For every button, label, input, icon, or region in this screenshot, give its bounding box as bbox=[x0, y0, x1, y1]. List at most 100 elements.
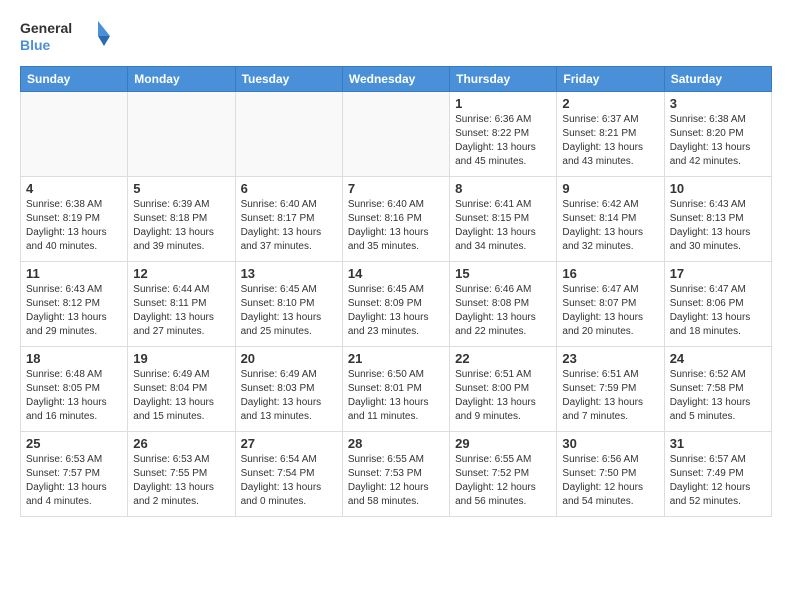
day-number: 2 bbox=[562, 96, 658, 111]
day-number: 18 bbox=[26, 351, 122, 366]
week-row-4: 18 Sunrise: 6:48 AM Sunset: 8:05 PM Dayli… bbox=[21, 347, 772, 432]
week-row-1: 1 Sunrise: 6:36 AM Sunset: 8:22 PM Daylig… bbox=[21, 92, 772, 177]
day-number: 21 bbox=[348, 351, 444, 366]
day-number: 7 bbox=[348, 181, 444, 196]
calendar-cell: 21Sunrise: 6:50 AM Sunset: 8:01 PM Dayli… bbox=[342, 347, 449, 432]
day-number: 20 bbox=[241, 351, 337, 366]
weekday-header-tuesday: Tuesday bbox=[235, 67, 342, 92]
cell-content: Sunrise: 6:37 AM Sunset: 8:21 PM Dayligh… bbox=[562, 113, 658, 169]
calendar-cell: 29 Sunrise: 6:55 AM Sunset: 7:52 PM Dayli… bbox=[450, 432, 557, 517]
calendar-cell bbox=[128, 92, 235, 177]
cell-content: Sunrise: 6:53 AM Sunset: 7:57 PM Dayligh… bbox=[26, 453, 122, 509]
calendar-cell: 2 Sunrise: 6:37 AM Sunset: 8:21 PM Daylig… bbox=[557, 92, 664, 177]
cell-content: Sunrise: 6:49 AM Sunset: 8:03 PM Dayligh… bbox=[241, 368, 337, 424]
day-number: 6 bbox=[241, 181, 337, 196]
day-number: 4 bbox=[26, 181, 122, 196]
day-number: 27 bbox=[241, 436, 337, 451]
calendar-cell: 24 Sunrise: 6:52 AM Sunset: 7:58 PM Dayli… bbox=[664, 347, 771, 432]
day-number: 26 bbox=[133, 436, 229, 451]
day-number: 10 bbox=[670, 181, 766, 196]
weekday-header-row: SundayMondayTuesdayWednesdayThursdayFrid… bbox=[21, 67, 772, 92]
calendar-table: SundayMondayTuesdayWednesdayThursdayFrid… bbox=[20, 66, 772, 517]
day-number: 14 bbox=[348, 266, 444, 281]
svg-text:Blue: Blue bbox=[20, 37, 51, 53]
calendar-cell: 30 Sunrise: 6:56 AM Sunset: 7:50 PM Dayli… bbox=[557, 432, 664, 517]
day-number: 13 bbox=[241, 266, 337, 281]
calendar-cell: 10Sunrise: 6:43 AM Sunset: 8:13 PM Dayli… bbox=[664, 177, 771, 262]
cell-content: Sunrise: 6:49 AM Sunset: 8:04 PM Dayligh… bbox=[133, 368, 229, 424]
day-number: 24 bbox=[670, 351, 766, 366]
day-number: 19 bbox=[133, 351, 229, 366]
logo: General Blue bbox=[20, 16, 110, 56]
cell-content: Sunrise: 6:44 AM Sunset: 8:11 PM Dayligh… bbox=[133, 283, 229, 339]
calendar-cell: 25 Sunrise: 6:53 AM Sunset: 7:57 PM Dayli… bbox=[21, 432, 128, 517]
weekday-header-thursday: Thursday bbox=[450, 67, 557, 92]
cell-content: Sunrise: 6:38 AM Sunset: 8:20 PM Dayligh… bbox=[670, 113, 766, 169]
calendar-cell: 17Sunrise: 6:47 AM Sunset: 8:06 PM Dayli… bbox=[664, 262, 771, 347]
cell-content: Sunrise: 6:40 AM Sunset: 8:17 PM Dayligh… bbox=[241, 198, 337, 254]
header: General Blue bbox=[20, 16, 772, 56]
cell-content: Sunrise: 6:38 AM Sunset: 8:19 PM Dayligh… bbox=[26, 198, 122, 254]
calendar-cell: 13 Sunrise: 6:45 AM Sunset: 8:10 PM Dayli… bbox=[235, 262, 342, 347]
day-number: 22 bbox=[455, 351, 551, 366]
calendar-cell: 1 Sunrise: 6:36 AM Sunset: 8:22 PM Daylig… bbox=[450, 92, 557, 177]
calendar-cell: 7 Sunrise: 6:40 AM Sunset: 8:16 PM Daylig… bbox=[342, 177, 449, 262]
cell-content: Sunrise: 6:55 AM Sunset: 7:52 PM Dayligh… bbox=[455, 453, 551, 509]
calendar-cell: 11 Sunrise: 6:43 AM Sunset: 8:12 PM Dayli… bbox=[21, 262, 128, 347]
week-row-2: 4 Sunrise: 6:38 AM Sunset: 8:19 PM Daylig… bbox=[21, 177, 772, 262]
logo-svg: General Blue bbox=[20, 16, 110, 56]
calendar-cell: 22 Sunrise: 6:51 AM Sunset: 8:00 PM Dayli… bbox=[450, 347, 557, 432]
cell-content: Sunrise: 6:40 AM Sunset: 8:16 PM Dayligh… bbox=[348, 198, 444, 254]
calendar-cell: 26 Sunrise: 6:53 AM Sunset: 7:55 PM Dayli… bbox=[128, 432, 235, 517]
cell-content: Sunrise: 6:56 AM Sunset: 7:50 PM Dayligh… bbox=[562, 453, 658, 509]
day-number: 3 bbox=[670, 96, 766, 111]
week-row-5: 25 Sunrise: 6:53 AM Sunset: 7:57 PM Dayli… bbox=[21, 432, 772, 517]
calendar-cell: 3 Sunrise: 6:38 AM Sunset: 8:20 PM Daylig… bbox=[664, 92, 771, 177]
day-number: 29 bbox=[455, 436, 551, 451]
day-number: 8 bbox=[455, 181, 551, 196]
calendar-cell: 27 Sunrise: 6:54 AM Sunset: 7:54 PM Dayli… bbox=[235, 432, 342, 517]
day-number: 31 bbox=[670, 436, 766, 451]
calendar-cell: 20 Sunrise: 6:49 AM Sunset: 8:03 PM Dayli… bbox=[235, 347, 342, 432]
day-number: 12 bbox=[133, 266, 229, 281]
day-number: 15 bbox=[455, 266, 551, 281]
calendar-cell: 23Sunrise: 6:51 AM Sunset: 7:59 PM Dayli… bbox=[557, 347, 664, 432]
calendar-cell: 6 Sunrise: 6:40 AM Sunset: 8:17 PM Daylig… bbox=[235, 177, 342, 262]
page: General Blue SundayMondayTuesdayWednesda… bbox=[0, 0, 792, 529]
day-number: 11 bbox=[26, 266, 122, 281]
calendar-cell: 19 Sunrise: 6:49 AM Sunset: 8:04 PM Dayli… bbox=[128, 347, 235, 432]
cell-content: Sunrise: 6:41 AM Sunset: 8:15 PM Dayligh… bbox=[455, 198, 551, 254]
day-number: 25 bbox=[26, 436, 122, 451]
cell-content: Sunrise: 6:51 AM Sunset: 8:00 PM Dayligh… bbox=[455, 368, 551, 424]
cell-content: Sunrise: 6:54 AM Sunset: 7:54 PM Dayligh… bbox=[241, 453, 337, 509]
calendar-cell: 14 Sunrise: 6:45 AM Sunset: 8:09 PM Dayli… bbox=[342, 262, 449, 347]
cell-content: Sunrise: 6:42 AM Sunset: 8:14 PM Dayligh… bbox=[562, 198, 658, 254]
cell-content: Sunrise: 6:45 AM Sunset: 8:10 PM Dayligh… bbox=[241, 283, 337, 339]
cell-content: Sunrise: 6:43 AM Sunset: 8:12 PM Dayligh… bbox=[26, 283, 122, 339]
cell-content: Sunrise: 6:47 AM Sunset: 8:06 PM Dayligh… bbox=[670, 283, 766, 339]
calendar-cell: 12 Sunrise: 6:44 AM Sunset: 8:11 PM Dayli… bbox=[128, 262, 235, 347]
cell-content: Sunrise: 6:53 AM Sunset: 7:55 PM Dayligh… bbox=[133, 453, 229, 509]
weekday-header-sunday: Sunday bbox=[21, 67, 128, 92]
calendar-cell: 28Sunrise: 6:55 AM Sunset: 7:53 PM Dayli… bbox=[342, 432, 449, 517]
cell-content: Sunrise: 6:55 AM Sunset: 7:53 PM Dayligh… bbox=[348, 453, 444, 509]
calendar-cell bbox=[21, 92, 128, 177]
day-number: 30 bbox=[562, 436, 658, 451]
calendar-cell: 16Sunrise: 6:47 AM Sunset: 8:07 PM Dayli… bbox=[557, 262, 664, 347]
calendar-cell: 31 Sunrise: 6:57 AM Sunset: 7:49 PM Dayli… bbox=[664, 432, 771, 517]
day-number: 23 bbox=[562, 351, 658, 366]
cell-content: Sunrise: 6:57 AM Sunset: 7:49 PM Dayligh… bbox=[670, 453, 766, 509]
calendar-cell: 8 Sunrise: 6:41 AM Sunset: 8:15 PM Daylig… bbox=[450, 177, 557, 262]
weekday-header-saturday: Saturday bbox=[664, 67, 771, 92]
calendar-cell: 4 Sunrise: 6:38 AM Sunset: 8:19 PM Daylig… bbox=[21, 177, 128, 262]
day-number: 1 bbox=[455, 96, 551, 111]
calendar-cell: 5Sunrise: 6:39 AM Sunset: 8:18 PM Daylig… bbox=[128, 177, 235, 262]
cell-content: Sunrise: 6:48 AM Sunset: 8:05 PM Dayligh… bbox=[26, 368, 122, 424]
calendar-cell: 18 Sunrise: 6:48 AM Sunset: 8:05 PM Dayli… bbox=[21, 347, 128, 432]
cell-content: Sunrise: 6:39 AM Sunset: 8:18 PM Dayligh… bbox=[133, 198, 229, 254]
weekday-header-friday: Friday bbox=[557, 67, 664, 92]
cell-content: Sunrise: 6:52 AM Sunset: 7:58 PM Dayligh… bbox=[670, 368, 766, 424]
cell-content: Sunrise: 6:45 AM Sunset: 8:09 PM Dayligh… bbox=[348, 283, 444, 339]
calendar-cell: 15Sunrise: 6:46 AM Sunset: 8:08 PM Dayli… bbox=[450, 262, 557, 347]
cell-content: Sunrise: 6:36 AM Sunset: 8:22 PM Dayligh… bbox=[455, 113, 551, 169]
